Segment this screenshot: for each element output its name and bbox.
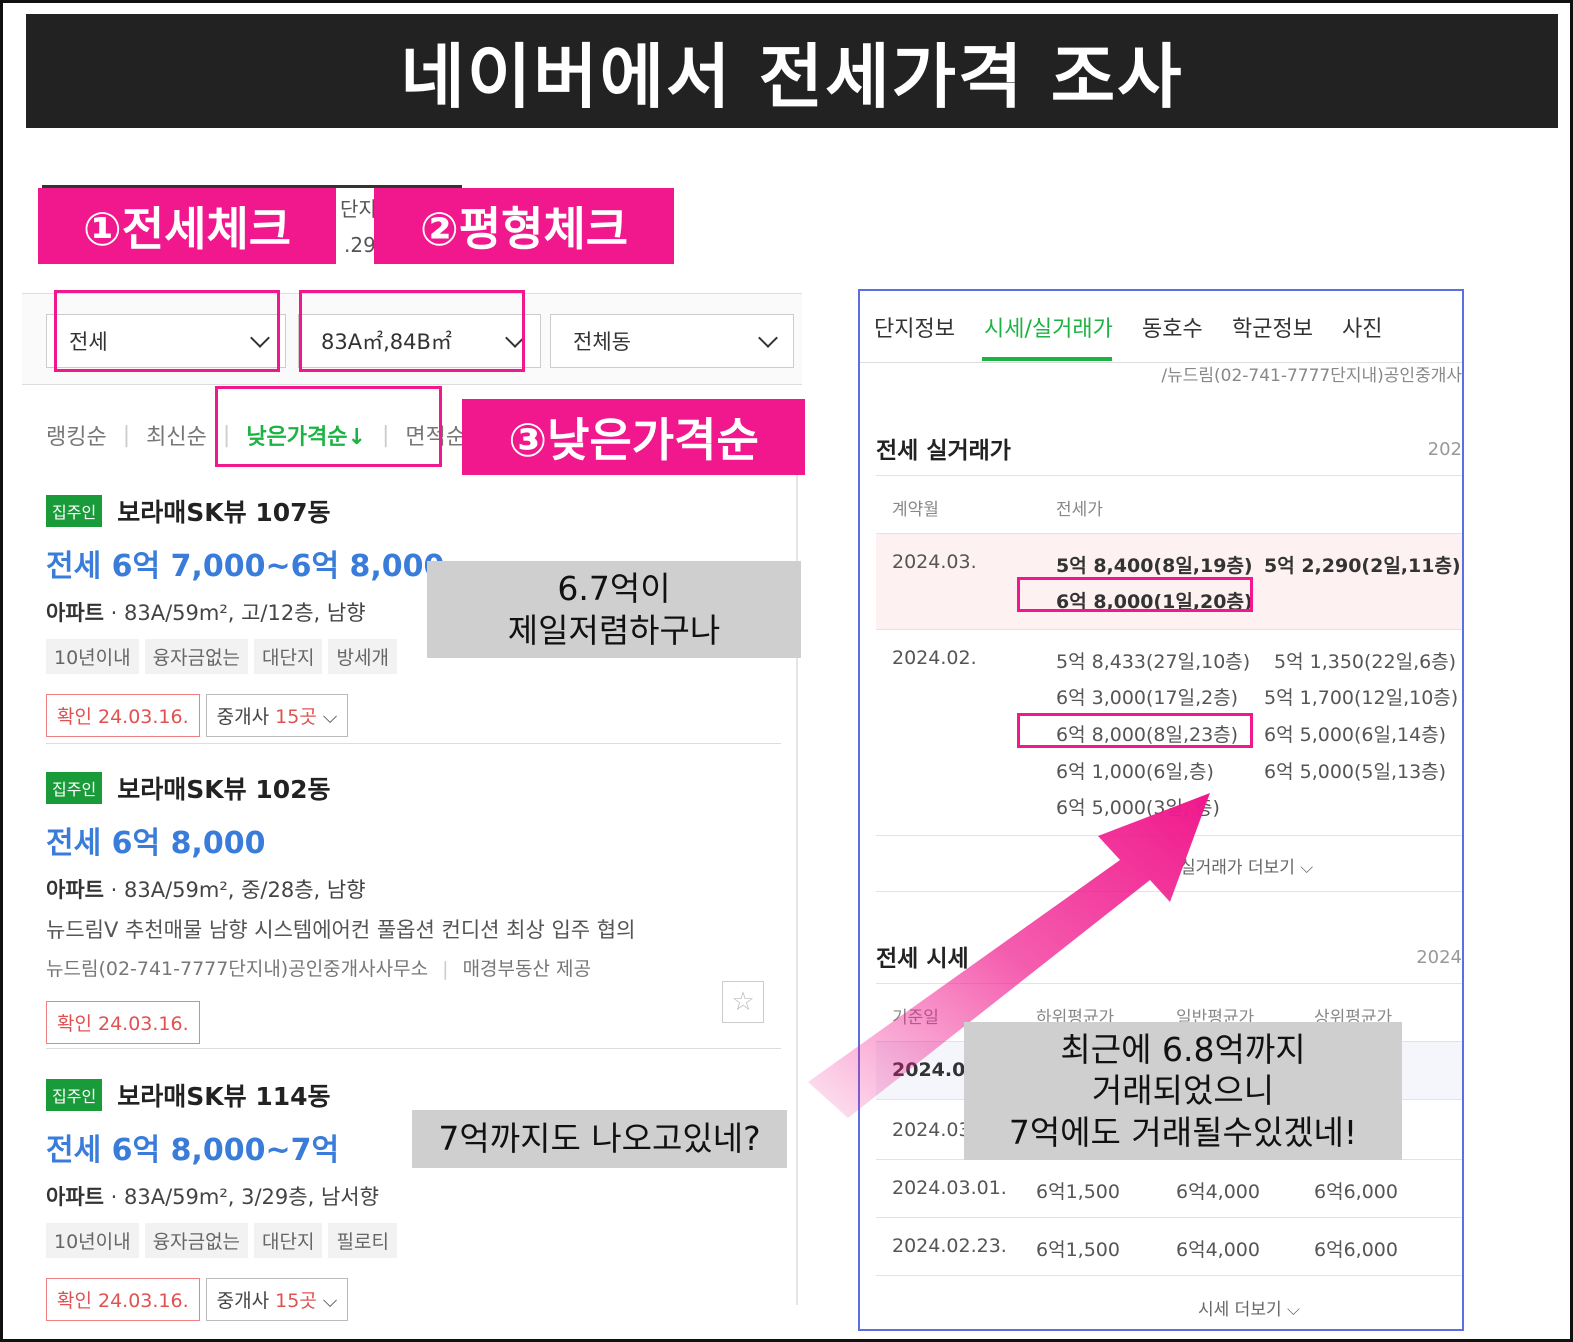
note-cheapest: 6.7억이 제일저렴하구나 (427, 561, 801, 658)
highlight-deal-1 (1017, 577, 1253, 612)
highlight-sort (215, 386, 442, 467)
note-line: 제일저렴하구나 (507, 610, 721, 650)
note-line: 6.7억이 (557, 569, 671, 609)
highlight-deal-type (54, 290, 280, 372)
note-line: 7억에도 거래될수있겠네! (1008, 1112, 1358, 1152)
step2-label: ②평형체크 (374, 188, 674, 264)
note-line: 최근에 6.8억까지 (1060, 1030, 1306, 1070)
step1-label: ①전세체크 (38, 188, 336, 264)
highlight-area (299, 290, 525, 372)
note-recent: 최근에 6.8억까지 거래되었으니 7억에도 거래될수있겠네! (964, 1022, 1402, 1160)
note-up-to-7: 7억까지도 나오고있네? (412, 1110, 787, 1168)
highlight-deal-2 (1017, 713, 1253, 748)
step3-label: ③낮은가격순 (462, 399, 805, 475)
note-line: 거래되었으니 (1091, 1071, 1275, 1111)
